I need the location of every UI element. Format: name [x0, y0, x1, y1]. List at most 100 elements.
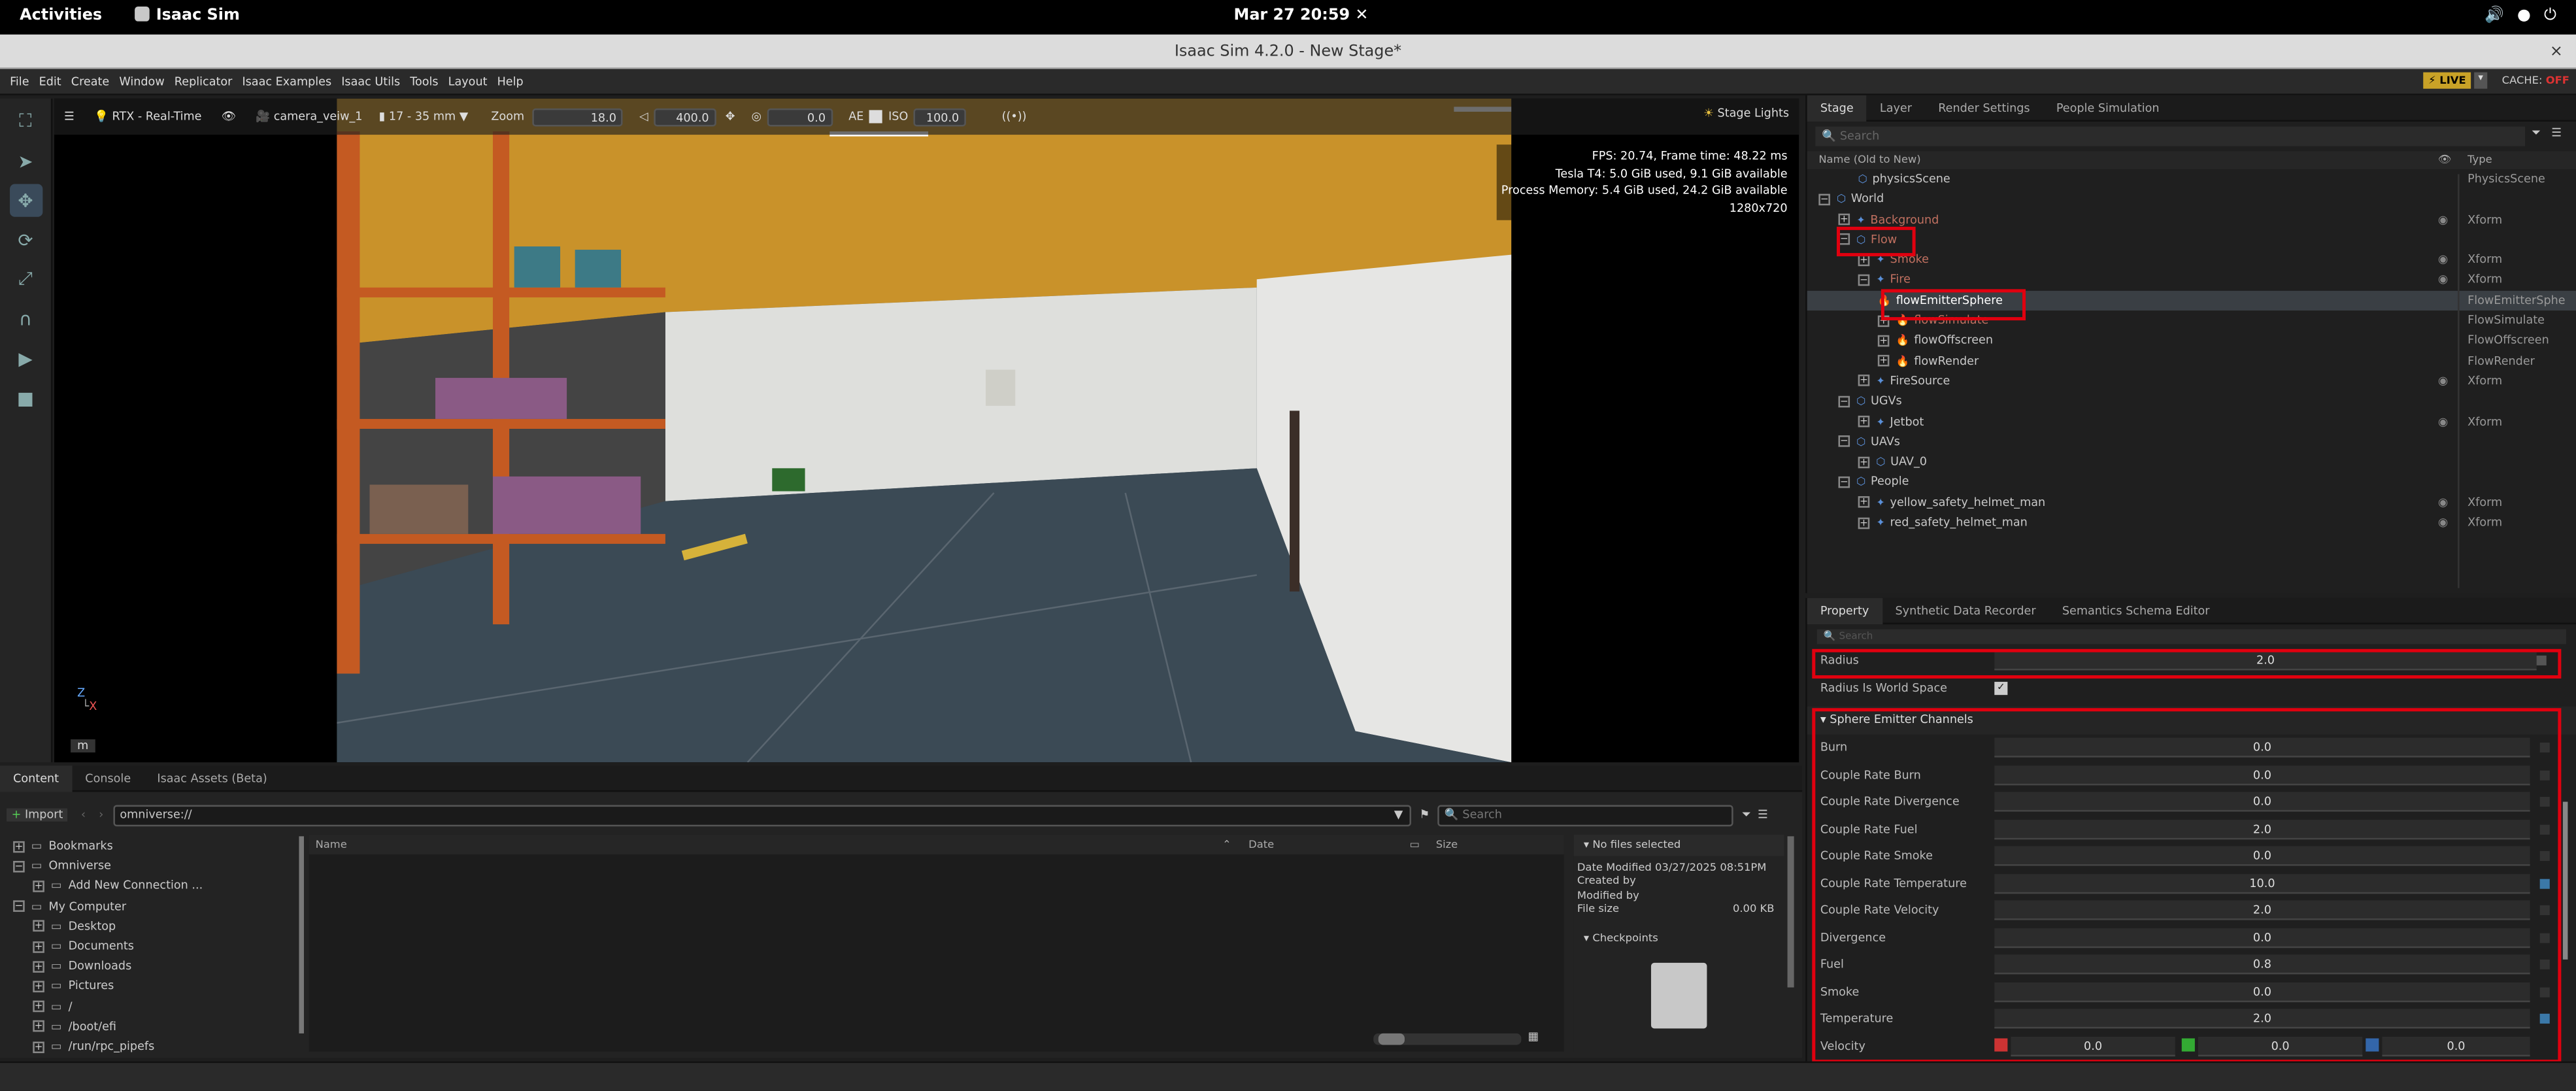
cache-status[interactable]: CACHE: OFF: [2502, 74, 2569, 87]
menu-file[interactable]: File: [10, 75, 29, 88]
stage-search-field[interactable]: 🔍 Search: [1815, 126, 2526, 146]
channel-reset-icon[interactable]: [2539, 932, 2550, 943]
folder-item[interactable]: + ▭ Downloads: [13, 956, 302, 977]
menu-create[interactable]: Create: [71, 75, 109, 88]
visibility-toggle-icon[interactable]: ◉: [2438, 270, 2448, 290]
channel-reset-icon[interactable]: [2539, 824, 2550, 834]
stage-row[interactable]: ⬡ physicsScene PhysicsScene: [1807, 169, 2576, 190]
import-button[interactable]: + Import: [7, 808, 68, 822]
expand-toggle-icon[interactable]: −: [1838, 233, 1850, 246]
clock[interactable]: Mar 27 20:59 ✕: [1234, 7, 1369, 25]
stop-icon[interactable]: ■: [9, 381, 42, 414]
folder-item[interactable]: − ▭ My Computer: [13, 896, 302, 916]
channel-reset-icon[interactable]: [2539, 986, 2550, 997]
stage-filter-icon[interactable]: ⏷: [2532, 127, 2541, 142]
folder-item[interactable]: + ▭ Bookmarks: [13, 836, 302, 856]
stage-row[interactable]: + ⬡ UAV_0: [1807, 452, 2576, 473]
menu-replicator[interactable]: Replicator: [175, 75, 233, 88]
path-field[interactable]: omniverse:// ▼: [113, 804, 1411, 826]
horizontal-scrollbar[interactable]: [1373, 1033, 1522, 1045]
velocity-x-field[interactable]: 0.0: [2011, 1035, 2175, 1056]
horizontal-scrollbar-thumb[interactable]: [1378, 1033, 1405, 1045]
radius-field[interactable]: 2.0: [1994, 650, 2537, 671]
menu-edit[interactable]: Edit: [39, 75, 61, 88]
expand-toggle-icon[interactable]: −: [1838, 435, 1850, 448]
channel-reset-icon[interactable]: [2539, 878, 2550, 888]
sort-icon[interactable]: ⌃: [1222, 838, 1231, 851]
channel-value-field[interactable]: 10.0: [1994, 873, 2530, 894]
stage-options-icon[interactable]: ☰: [2551, 127, 2562, 140]
velocity-y-field[interactable]: 0.0: [2198, 1035, 2363, 1056]
menu-tools[interactable]: Tools: [410, 75, 438, 88]
channel-reset-icon[interactable]: [2539, 905, 2550, 915]
stage-row[interactable]: + ✦ yellow_safety_helmet_man ◉ Xform: [1807, 492, 2576, 512]
stage-lights-button[interactable]: ☀ Stage Lights: [1703, 107, 1789, 120]
channel-reset-icon[interactable]: [2539, 743, 2550, 753]
camera-selector[interactable]: 🎥 camera_veiw_1: [256, 110, 362, 123]
stage-row[interactable]: 🔥 flowEmitterSphere FlowEmitterSphe: [1807, 290, 2576, 311]
filter-icon[interactable]: ⏷: [1742, 807, 1751, 822]
tab-isaac-assets[interactable]: Isaac Assets (Beta): [144, 765, 280, 791]
tab-stage[interactable]: Stage: [1807, 94, 1867, 121]
folder-item[interactable]: − ▭ Omniverse: [13, 856, 302, 877]
stage-row[interactable]: − ⬡ UAVs: [1807, 432, 2576, 452]
folder-tree-scrollbar[interactable]: [299, 836, 304, 1033]
channel-value-field[interactable]: 2.0: [1994, 818, 2530, 839]
expand-toggle-icon[interactable]: +: [1858, 456, 1870, 468]
channel-reset-icon[interactable]: [2539, 769, 2550, 780]
settings-icon[interactable]: ☰: [64, 110, 75, 123]
stage-row[interactable]: − ✦ Fire ◉ Xform: [1807, 270, 2576, 290]
sphere-emitter-channels-header[interactable]: ▾ Sphere Emitter Channels: [1807, 706, 2576, 735]
expand-toggle-icon[interactable]: +: [33, 1020, 44, 1033]
record-icon[interactable]: ((•)): [1002, 110, 1027, 123]
expand-toggle-icon[interactable]: +: [33, 960, 44, 973]
channel-value-field[interactable]: 0.0: [1994, 846, 2530, 866]
property-search-field[interactable]: 🔍 Search: [1816, 629, 2566, 645]
close-window-button[interactable]: ×: [2550, 35, 2563, 69]
visibility-toggle-icon[interactable]: ◉: [2438, 371, 2448, 392]
expand-toggle-icon[interactable]: −: [13, 860, 25, 872]
expand-toggle-icon[interactable]: +: [33, 1000, 44, 1013]
tab-property[interactable]: Property: [1807, 597, 1882, 624]
column-size[interactable]: Size: [1436, 838, 1458, 851]
stage-row[interactable]: + ✦ FireSource ◉ Xform: [1807, 371, 2576, 392]
channel-reset-icon[interactable]: [2539, 1013, 2550, 1024]
forward-icon[interactable]: ›: [99, 809, 103, 822]
lens-selector[interactable]: ▮ 17 - 35 mm ▼: [379, 110, 469, 123]
stage-row[interactable]: + ✦ Smoke ◉ Xform: [1807, 250, 2576, 271]
menu-isaac-utils[interactable]: Isaac Utils: [341, 75, 400, 88]
stage-row[interactable]: − ⬡ Flow: [1807, 230, 2576, 250]
radius-reset-icon[interactable]: [2536, 655, 2547, 665]
play-icon[interactable]: ▶: [9, 342, 42, 375]
expand-toggle-icon[interactable]: +: [1858, 496, 1870, 509]
tab-people-simulation[interactable]: People Simulation: [2043, 95, 2173, 121]
expand-toggle-icon[interactable]: +: [13, 840, 25, 852]
visibility-toggle-icon[interactable]: ◉: [2438, 210, 2448, 230]
stage-row[interactable]: − ⬡ UGVs: [1807, 392, 2576, 412]
stage-row[interactable]: − ⬡ World: [1807, 190, 2576, 210]
visibility-toggle-icon[interactable]: ◉: [2438, 250, 2448, 271]
visibility-toggle-icon[interactable]: ◉: [2438, 492, 2448, 512]
tab-synthetic-data-recorder[interactable]: Synthetic Data Recorder: [1882, 597, 2049, 624]
channel-reset-icon[interactable]: [2539, 850, 2550, 862]
snap-tool-icon[interactable]: ∩: [9, 302, 42, 335]
radius-world-space-checkbox[interactable]: ✓: [1994, 680, 2008, 694]
column-date[interactable]: Date: [1248, 838, 1274, 851]
folder-item[interactable]: + ▭ /run/rpc_pipefs: [13, 1037, 302, 1057]
expand-toggle-icon[interactable]: +: [1858, 516, 1870, 529]
info-panel-scrollbar[interactable]: [1787, 836, 1794, 988]
back-icon[interactable]: ‹: [81, 809, 86, 822]
expand-toggle-icon[interactable]: +: [33, 1041, 44, 1052]
system-tray[interactable]: 🔊 ● ⏻: [2484, 7, 2556, 25]
expand-toggle-icon[interactable]: −: [1818, 193, 1830, 205]
stage-row[interactable]: + ✦ Background ◉ Xform: [1807, 210, 2576, 230]
visibility-toggle-icon[interactable]: ◉: [2438, 412, 2448, 432]
channel-value-field[interactable]: 0.0: [1994, 927, 2530, 947]
tab-semantics-schema-editor[interactable]: Semantics Schema Editor: [2049, 597, 2223, 624]
channel-value-field[interactable]: 0.0: [1994, 981, 2530, 1001]
column-name[interactable]: Name: [316, 838, 347, 851]
folder-item[interactable]: + ▭ Documents: [13, 937, 302, 957]
expand-toggle-icon[interactable]: +: [1838, 213, 1850, 226]
property-scrollbar[interactable]: [2562, 801, 2568, 960]
channel-value-field[interactable]: 0.0: [1994, 737, 2530, 758]
